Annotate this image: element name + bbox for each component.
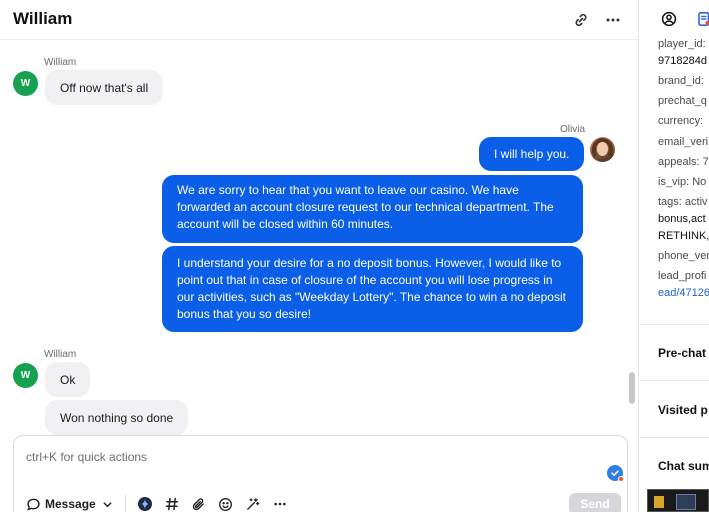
incoming-message-bubble: Won nothing so done xyxy=(45,400,189,435)
agent-avatar xyxy=(590,137,615,162)
section-divider xyxy=(640,324,709,325)
outgoing-message-bubble: I will help you. xyxy=(479,137,585,171)
toolbar-divider xyxy=(124,495,126,512)
message-composer[interactable]: ctrl+K for quick actions Message Send xyxy=(13,435,628,512)
composer-placeholder[interactable]: ctrl+K for quick actions xyxy=(26,450,147,464)
field-phone-verified-label: phone_ver xyxy=(658,250,709,262)
chat-header: William xyxy=(0,0,639,40)
field-is-vip: is_vip: No xyxy=(658,176,707,188)
outgoing-message-bubble: We are sorry to hear that you want to le… xyxy=(162,175,583,243)
field-lead-profile-label: lead_profi xyxy=(658,270,707,282)
field-prechat-label: prechat_q xyxy=(658,95,707,107)
user-circle-icon[interactable] xyxy=(660,10,678,28)
more-actions-icon[interactable] xyxy=(271,493,289,512)
field-tags-label: tags: activ xyxy=(658,196,708,208)
magic-wand-icon[interactable] xyxy=(244,493,262,512)
document-icon[interactable] xyxy=(695,10,709,28)
paperclip-icon[interactable] xyxy=(190,493,208,512)
emoji-icon[interactable] xyxy=(217,493,235,512)
message-author: Olivia xyxy=(560,124,586,135)
more-options-icon[interactable] xyxy=(602,9,624,31)
section-divider xyxy=(640,380,709,381)
field-email-verified-label: email_veri xyxy=(658,136,709,148)
chat-bubble-icon xyxy=(26,497,41,512)
section-visited-pages[interactable]: Visited p xyxy=(658,403,708,417)
field-lead-profile-link[interactable]: ead/47126 xyxy=(658,287,709,299)
message-author: William xyxy=(44,349,77,360)
section-divider xyxy=(640,437,709,438)
chat-pane: William William W Off now that's all Oli… xyxy=(0,0,639,512)
outgoing-message-bubble: I understand your desire for a no deposi… xyxy=(162,246,583,332)
chat-title: William xyxy=(13,9,73,28)
customer-avatar: W xyxy=(13,363,38,388)
taskbar-preview-thumbnail[interactable] xyxy=(647,489,709,512)
section-chat-summary[interactable]: Chat sum xyxy=(658,459,709,473)
field-player-id-value: 9718284d xyxy=(658,55,707,67)
link-icon[interactable] xyxy=(570,9,592,31)
field-currency-label: currency: xyxy=(658,115,704,127)
message-mode-label: Message xyxy=(45,497,96,511)
field-tags-value: RETHINK, xyxy=(658,230,709,242)
incoming-message-bubble: Off now that's all xyxy=(45,70,164,105)
details-panel: player_id: 9718284d brand_id: prechat_q … xyxy=(640,0,709,512)
composer-toolbar: Message xyxy=(26,493,289,512)
ai-assistant-icon[interactable] xyxy=(136,493,154,512)
message-mode-selector[interactable]: Message xyxy=(26,493,113,512)
chevron-down-icon xyxy=(102,499,113,510)
send-button[interactable]: Send xyxy=(569,493,621,512)
section-pre-chat[interactable]: Pre-chat xyxy=(658,346,706,360)
field-tags-value: bonus,act xyxy=(658,213,706,225)
message-author: William xyxy=(44,57,77,68)
field-player-id-label: player_id: xyxy=(658,38,706,50)
field-appeals: appeals: 7 xyxy=(658,156,709,168)
hash-icon[interactable] xyxy=(163,493,181,512)
customer-avatar: W xyxy=(13,71,38,96)
field-brand-id-label: brand_id: xyxy=(658,75,704,87)
check-badge-icon xyxy=(607,465,624,482)
details-tabs xyxy=(640,0,709,36)
chat-scrollbar[interactable] xyxy=(629,372,635,404)
incoming-message-bubble: Ok xyxy=(45,362,91,397)
